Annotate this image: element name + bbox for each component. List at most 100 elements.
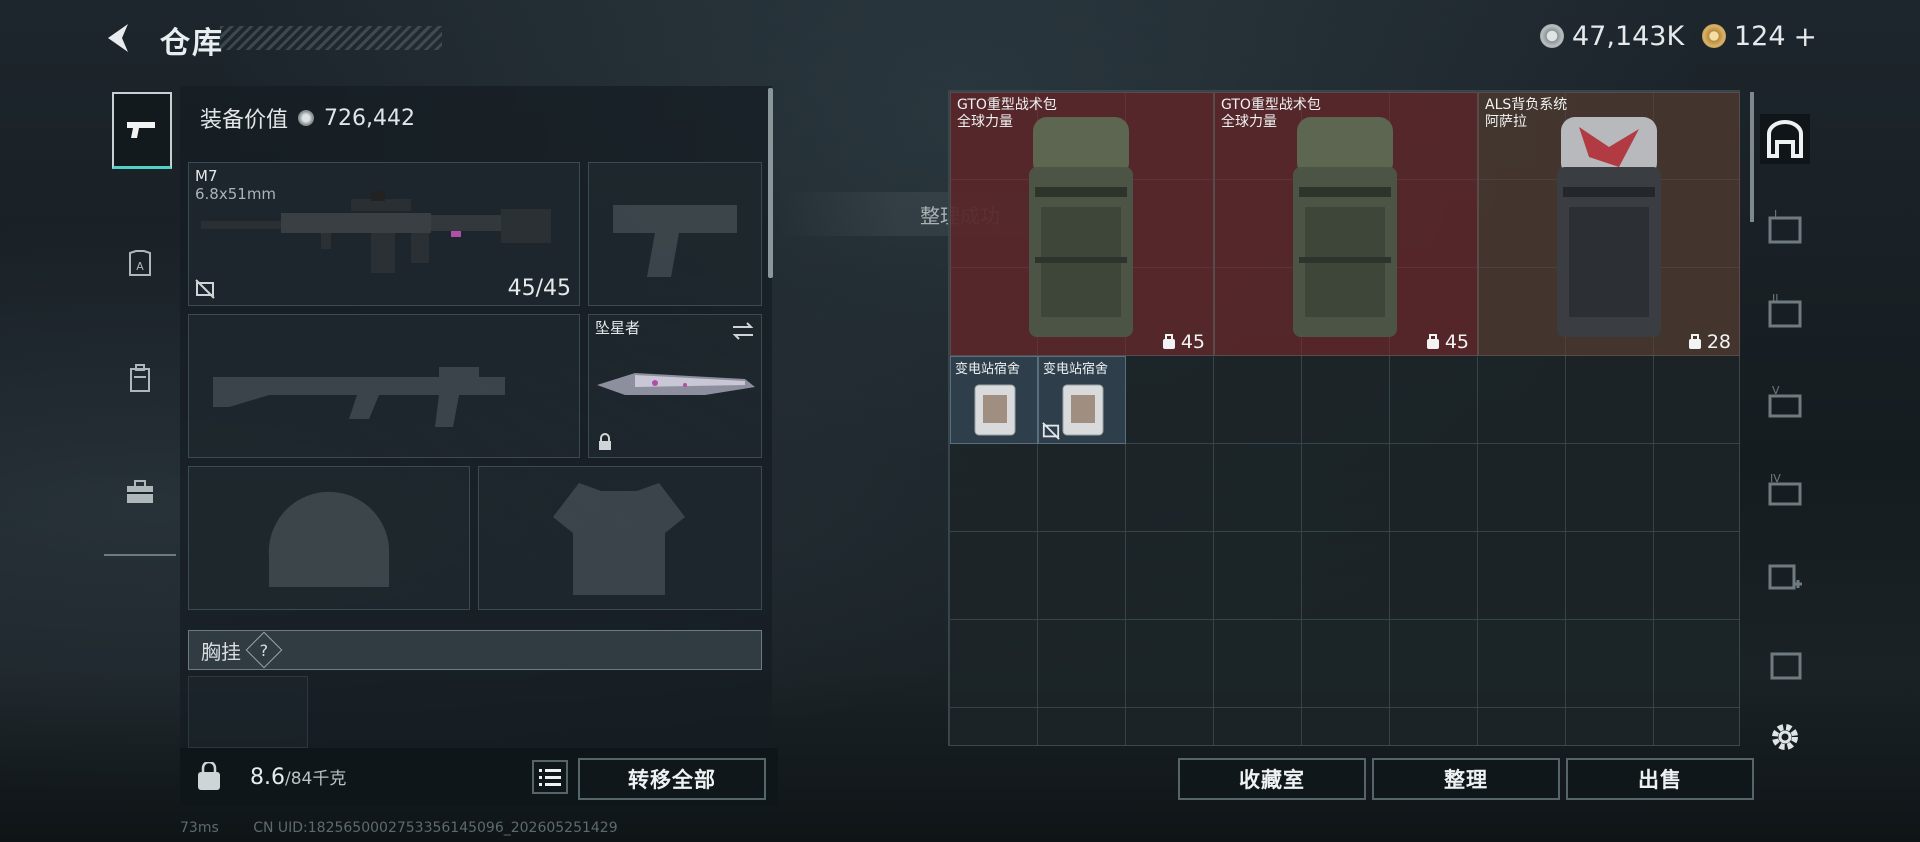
carry-weight: 8.6/84千克 bbox=[250, 764, 346, 790]
storage-item-backpack[interactable]: GTO重型战术包 全球力量 45 bbox=[1214, 92, 1478, 356]
collection-room-button[interactable]: 收藏室 bbox=[1178, 758, 1366, 800]
tab-storage-1[interactable]: I bbox=[1760, 202, 1810, 252]
weight-current: 8.6 bbox=[250, 765, 285, 790]
gear-icon bbox=[1772, 724, 1798, 750]
sidebar-tab-weapons[interactable] bbox=[112, 92, 172, 169]
svg-text:I: I bbox=[1774, 208, 1777, 221]
settings-button[interactable] bbox=[1760, 712, 1810, 762]
tab-add-storage-2[interactable] bbox=[1760, 640, 1810, 690]
rifle-placeholder-icon bbox=[213, 367, 505, 427]
storage-shelf-icon bbox=[1770, 652, 1802, 680]
body-armor-slot[interactable] bbox=[478, 466, 762, 610]
toolbox-icon bbox=[127, 480, 153, 503]
gold-add-button[interactable]: + bbox=[1794, 20, 1817, 53]
chest-rig-label: 胸挂 bbox=[201, 639, 241, 664]
ammo-count: 45/45 bbox=[507, 276, 571, 301]
storage-box-icon: I bbox=[1768, 208, 1802, 244]
equipment-value-label: 装备价值 bbox=[200, 108, 289, 133]
storage-item-keycard[interactable]: 变电站宿舍 bbox=[1038, 356, 1126, 444]
storage-item-backpack[interactable]: ALS背负系统 阿萨拉 28 bbox=[1478, 92, 1740, 356]
storage-tabs: I II V IV bbox=[1756, 90, 1814, 750]
weight-bag-icon bbox=[198, 762, 220, 790]
add-storage-icon bbox=[1768, 564, 1802, 590]
loadout-sidebar: A bbox=[104, 86, 176, 556]
item-name: 变电站宿舍 bbox=[955, 362, 1021, 377]
user-uid: CN UID:1825650002753356145096_2026052514… bbox=[253, 820, 618, 836]
helmet-placeholder-icon bbox=[268, 491, 389, 587]
storage-box-icon: IV bbox=[1768, 472, 1802, 506]
backpack-icon bbox=[130, 364, 150, 392]
sell-button[interactable]: 出售 bbox=[1566, 758, 1754, 800]
silver-coin-icon bbox=[1540, 24, 1564, 48]
status-footer: 73ms CN UID:1825650002753356145096_20260… bbox=[100, 820, 618, 836]
sidebar-tab-toolbox[interactable] bbox=[112, 456, 168, 528]
storage-item-keycard[interactable]: 变电站宿舍 bbox=[950, 356, 1038, 444]
backpack-image bbox=[1557, 117, 1661, 337]
svg-text:V: V bbox=[1772, 384, 1780, 397]
weight-max: /84千克 bbox=[285, 769, 347, 789]
svg-text:II: II bbox=[1772, 292, 1779, 305]
tab-storage-4[interactable]: IV bbox=[1760, 464, 1810, 514]
item-capacity: 28 bbox=[1687, 331, 1731, 353]
melee-name: 坠星者 bbox=[595, 319, 641, 337]
tab-add-storage[interactable] bbox=[1760, 552, 1810, 602]
help-button[interactable]: ? bbox=[245, 631, 283, 669]
rifle-image bbox=[201, 191, 551, 273]
storage-box-icon: V bbox=[1768, 384, 1802, 418]
keycard-image bbox=[974, 384, 1016, 436]
tab-all-storage[interactable] bbox=[1760, 114, 1810, 164]
silver-coin-icon bbox=[298, 110, 315, 126]
silver-amount: 47,143K bbox=[1572, 20, 1685, 52]
list-icon bbox=[539, 769, 561, 786]
backpack-image bbox=[1029, 117, 1133, 337]
help-icon: ? bbox=[259, 640, 269, 660]
primary-weapon-slot[interactable]: M7 6.8x51mm 45/45 bbox=[188, 162, 580, 306]
no-insure-icon bbox=[195, 279, 215, 299]
lock-icon bbox=[599, 433, 611, 450]
organize-button[interactable]: 整理 bbox=[1372, 758, 1560, 800]
capacity-bag-icon bbox=[1162, 334, 1175, 349]
capacity-bag-icon bbox=[1688, 334, 1701, 349]
melee-slot[interactable]: 坠星者 bbox=[588, 314, 762, 458]
tab-storage-2[interactable]: II bbox=[1760, 286, 1810, 336]
chest-rig-slot[interactable] bbox=[188, 676, 308, 748]
silver-currency[interactable]: 47,143K bbox=[1540, 18, 1684, 54]
svg-text:IV: IV bbox=[1770, 472, 1781, 485]
pistol-icon bbox=[127, 122, 155, 138]
sidebar-tab-backpack[interactable] bbox=[112, 342, 168, 414]
pistol-placeholder-icon bbox=[613, 205, 737, 277]
equipment-value: 装备价值 726,442 bbox=[200, 102, 415, 134]
chest-rig-section: 胸挂 ? bbox=[188, 630, 762, 670]
ping: 73ms bbox=[180, 820, 219, 836]
transfer-all-button[interactable]: 转移全部 bbox=[578, 758, 766, 800]
secondary-weapon-slot[interactable] bbox=[188, 314, 580, 458]
armor-icon: A bbox=[129, 250, 151, 276]
back-button[interactable] bbox=[100, 18, 140, 58]
helmet-slot[interactable] bbox=[188, 466, 470, 610]
page-title: 仓库 bbox=[160, 26, 224, 61]
warehouse-icon bbox=[1767, 120, 1803, 158]
gold-currency[interactable]: 124 + bbox=[1702, 18, 1817, 54]
armor-placeholder-icon bbox=[553, 483, 685, 595]
list-view-button[interactable] bbox=[532, 760, 568, 794]
storage-item-backpack[interactable]: GTO重型战术包 全球力量 45 bbox=[950, 92, 1214, 356]
equipment-value-amount: 726,442 bbox=[324, 105, 415, 131]
sidebar-tab-armor[interactable]: A bbox=[112, 228, 168, 300]
loadout-scrollbar[interactable] bbox=[768, 88, 773, 278]
keycard-image bbox=[1062, 384, 1104, 436]
storage-box-icon: II bbox=[1768, 292, 1802, 328]
pistol-slot[interactable] bbox=[588, 162, 762, 306]
knife-image bbox=[597, 373, 755, 395]
gold-amount: 124 bbox=[1734, 20, 1786, 52]
back-arrow-icon bbox=[108, 24, 128, 52]
tab-storage-5[interactable]: V bbox=[1760, 376, 1810, 426]
no-insure-icon bbox=[1042, 422, 1060, 440]
item-capacity: 45 bbox=[1161, 331, 1205, 353]
capacity-bag-icon bbox=[1426, 334, 1439, 349]
storage-scrollbar[interactable] bbox=[1750, 92, 1754, 222]
item-capacity: 45 bbox=[1425, 331, 1469, 353]
gold-coin-icon bbox=[1702, 24, 1726, 48]
item-name: 变电站宿舍 bbox=[1043, 362, 1109, 377]
title-decoration bbox=[220, 26, 442, 50]
swap-icon[interactable] bbox=[731, 321, 755, 341]
